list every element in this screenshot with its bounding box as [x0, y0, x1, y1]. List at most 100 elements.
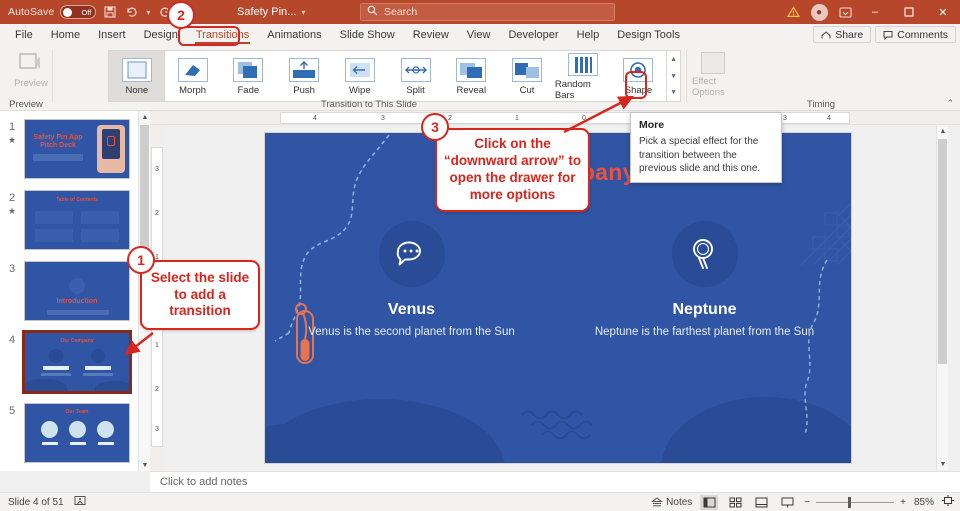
- slide-thumbnail-pane[interactable]: 1 ★ Safety Pin App Pitch Deck 2 ★ Table …: [0, 111, 150, 471]
- transition-label: Cut: [519, 85, 535, 96]
- transition-wipe[interactable]: Wipe: [332, 51, 388, 101]
- gallery-scroll-down-icon[interactable]: ▼: [670, 69, 677, 84]
- transition-none-icon: [121, 58, 152, 82]
- minimize-button[interactable]: –: [858, 0, 892, 24]
- gallery-scroll-controls[interactable]: ▲ ▼ ▼: [666, 51, 680, 101]
- slide-sorter-button[interactable]: [726, 495, 744, 510]
- canvas-scroll-up-icon[interactable]: ▲: [937, 125, 949, 137]
- collapse-ribbon-button[interactable]: ⌃: [946, 98, 954, 109]
- comments-button[interactable]: Comments: [875, 26, 956, 43]
- undo-icon[interactable]: [124, 4, 140, 20]
- thumbnail-item-5[interactable]: 5 Our Team: [0, 403, 150, 463]
- status-bar: Slide 4 of 51 Notes − + 85%: [0, 492, 960, 511]
- autosave-knob: [63, 7, 73, 17]
- slide-count-label: Slide 4 of 51: [8, 496, 64, 508]
- preview-button[interactable]: Preview: [8, 52, 54, 100]
- tab-help[interactable]: Help: [568, 27, 609, 43]
- canvas-scroll-down-icon[interactable]: ▼: [937, 458, 949, 470]
- slideshow-icon: [781, 497, 794, 507]
- tabbar-right-actions: Share Comments: [813, 26, 956, 43]
- annotation-callout-1: Select the slide to add a transition: [140, 260, 260, 330]
- title-bar: AutoSave Off ▾ Safety Pin... ▾ Search ● …: [0, 0, 960, 24]
- notes-toggle-button[interactable]: Notes: [651, 497, 692, 508]
- tab-developer[interactable]: Developer: [499, 27, 567, 43]
- reading-view-button[interactable]: [752, 495, 770, 510]
- slide-column-venus[interactable]: Venus Venus is the second planet from th…: [265, 221, 558, 341]
- save-icon[interactable]: [102, 4, 118, 20]
- ribbon-group-preview: Preview Preview: [0, 46, 52, 111]
- tab-review[interactable]: Review: [404, 27, 458, 43]
- ribbon-display-options-icon[interactable]: [832, 0, 858, 24]
- canvas-scroll-thumb[interactable]: [938, 139, 947, 364]
- thumbnail-preview[interactable]: Table of Contents: [24, 190, 130, 250]
- tab-animations[interactable]: Animations: [258, 27, 330, 43]
- comment-icon: [883, 30, 893, 40]
- more-transitions-tooltip: More Pick a special effect for the trans…: [630, 112, 782, 183]
- canvas-scrollbar[interactable]: ▲ ▼: [936, 125, 948, 470]
- annotation-highlight-transitions-tab: [178, 26, 240, 46]
- thumb-title-5: Our Team: [65, 409, 89, 415]
- document-title-area[interactable]: Safety Pin... ▾: [237, 6, 305, 18]
- zoom-out-button[interactable]: −: [804, 497, 810, 508]
- search-box[interactable]: [360, 3, 615, 21]
- tab-view[interactable]: View: [458, 27, 500, 43]
- transition-cut[interactable]: Cut: [499, 51, 555, 101]
- transition-push[interactable]: Push: [276, 51, 332, 101]
- transition-reveal-icon: [456, 58, 487, 82]
- thumbnail-item-1[interactable]: 1 ★ Safety Pin App Pitch Deck: [0, 119, 150, 179]
- thumbnail-preview[interactable]: Introduction: [24, 261, 130, 321]
- transition-split[interactable]: Split: [388, 51, 444, 101]
- notes-pane[interactable]: Click to add notes: [150, 471, 960, 492]
- normal-view-button[interactable]: [700, 494, 719, 510]
- thumbnail-number: 2 ★: [0, 190, 24, 250]
- thumbnail-preview[interactable]: Safety Pin App Pitch Deck: [24, 119, 130, 179]
- vruler-tick-2b: 2: [155, 386, 159, 393]
- thumbnail-preview[interactable]: Our Team: [24, 403, 130, 463]
- zoom-in-button[interactable]: +: [900, 497, 906, 508]
- annotation-callout-3: Click on the “downward arrow” to open th…: [435, 128, 590, 212]
- thumbnail-item-2[interactable]: 2 ★ Table of Contents: [0, 190, 150, 250]
- tab-home[interactable]: Home: [42, 27, 89, 43]
- account-avatar[interactable]: ●: [810, 3, 828, 21]
- avatar[interactable]: ●: [806, 0, 832, 24]
- tab-file[interactable]: File: [6, 27, 42, 43]
- zoom-slider[interactable]: − +: [804, 496, 906, 508]
- transition-random-bars-icon: [567, 53, 598, 76]
- hruler-tick-4: 4: [313, 115, 317, 122]
- transition-cut-icon: [512, 58, 542, 82]
- tab-slide-show[interactable]: Slide Show: [331, 27, 404, 43]
- thumb-index: 1: [8, 121, 16, 133]
- tab-design-tools[interactable]: Design Tools: [608, 27, 689, 43]
- document-title: Safety Pin...: [237, 6, 297, 18]
- gallery-more-icon[interactable]: ▼: [670, 85, 677, 100]
- document-title-caret[interactable]: ▾: [301, 8, 305, 17]
- zoom-level-label[interactable]: 85%: [914, 497, 934, 508]
- share-button[interactable]: Share: [813, 26, 872, 43]
- zoom-knob[interactable]: [848, 496, 852, 508]
- zoom-track[interactable]: [816, 496, 895, 508]
- transition-none[interactable]: None: [109, 51, 165, 101]
- gallery-scroll-up-icon[interactable]: ▲: [670, 52, 677, 67]
- search-input[interactable]: [384, 6, 584, 18]
- transition-reveal[interactable]: Reveal: [443, 51, 499, 101]
- thumbnail-number: 5: [0, 403, 24, 463]
- thumbnail-number: 4: [0, 332, 24, 392]
- annotation-badge-3: 3: [421, 113, 449, 141]
- close-button[interactable]: ✕: [926, 0, 960, 24]
- hruler-tick-3b: 3: [783, 115, 787, 122]
- transition-morph[interactable]: Morph: [165, 51, 221, 101]
- thumbnail-item-3[interactable]: 3 Introduction: [0, 261, 150, 321]
- fit-to-window-button[interactable]: [942, 495, 954, 509]
- thumb-index: 5: [8, 405, 16, 417]
- tab-insert[interactable]: Insert: [89, 27, 135, 43]
- warning-icon[interactable]: [780, 0, 806, 24]
- accessibility-icon[interactable]: [74, 495, 86, 509]
- undo-dropdown-caret[interactable]: ▾: [146, 8, 150, 17]
- thumb-index: 3: [8, 263, 16, 275]
- hruler-tick-2: 2: [448, 115, 452, 122]
- status-left: Slide 4 of 51: [0, 495, 86, 509]
- slideshow-button[interactable]: [778, 495, 796, 510]
- transition-fade[interactable]: Fade: [220, 51, 276, 101]
- autosave-toggle[interactable]: Off: [60, 5, 97, 19]
- maximize-button[interactable]: [892, 0, 926, 24]
